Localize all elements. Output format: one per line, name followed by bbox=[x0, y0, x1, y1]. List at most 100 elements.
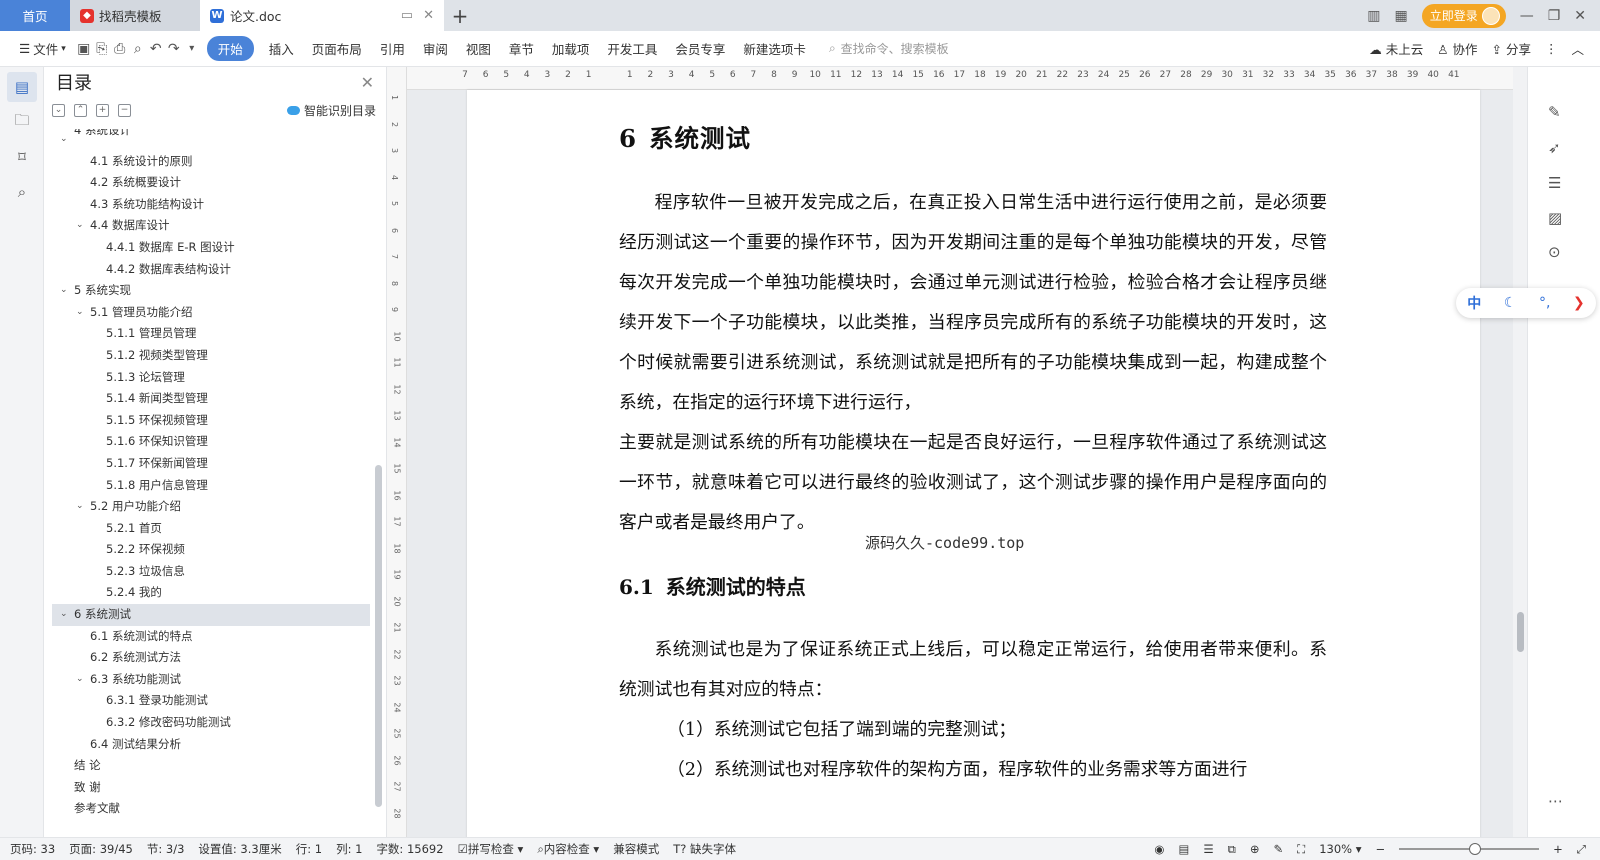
ime-chinese-toggle[interactable]: 中 bbox=[1467, 293, 1481, 313]
more-tools-icon[interactable]: ⋯ bbox=[1548, 792, 1563, 810]
image-tools-icon[interactable]: ▨ bbox=[1548, 209, 1562, 227]
float-window-icon[interactable]: ▭ bbox=[401, 8, 413, 23]
add-heading-icon[interactable]: + bbox=[96, 103, 109, 117]
toc-item[interactable]: 4.3 系统功能结构设计 bbox=[52, 194, 370, 216]
fit-page-icon[interactable]: ⛶ bbox=[1297, 842, 1305, 857]
toc-item[interactable]: ⌄ 4 系统设计 bbox=[52, 129, 370, 151]
menu-tab-start[interactable]: 开始 bbox=[206, 36, 254, 61]
more-options-icon[interactable]: ⋮ bbox=[1545, 41, 1558, 56]
new-tab-button[interactable]: + bbox=[444, 0, 476, 31]
toc-item[interactable]: 4.2 系统概要设计 bbox=[52, 172, 370, 194]
adjust-sliders-icon[interactable]: ☰ bbox=[1548, 174, 1561, 192]
minimize-icon[interactable]: — bbox=[1520, 8, 1534, 24]
toc-item[interactable]: 5.1.1 管理员管理 bbox=[52, 323, 370, 345]
chevron-down-icon[interactable]: ⌄ bbox=[76, 669, 84, 691]
collapse-all-icon[interactable]: ⌃ bbox=[74, 103, 87, 117]
chevron-down-icon[interactable]: ⌄ bbox=[76, 215, 84, 237]
toc-item[interactable]: 5.2.3 垃圾信息 bbox=[52, 561, 370, 583]
menu-tab-review[interactable]: 审阅 bbox=[414, 39, 457, 58]
status-setting[interactable]: 设置值: 3.3厘米 bbox=[198, 841, 281, 857]
menu-tab-new[interactable]: 新建选项卡 bbox=[734, 39, 815, 58]
select-cursor-icon[interactable]: ➶ bbox=[1548, 139, 1561, 157]
zoom-slider-knob[interactable] bbox=[1469, 843, 1482, 855]
spell-check-button[interactable]: ☑拼写检查 ▾ bbox=[458, 841, 524, 857]
tab-daoke-template[interactable]: ◆ 找稻壳模板 bbox=[70, 0, 200, 31]
status-words[interactable]: 字数: 15692 bbox=[376, 841, 443, 857]
remove-heading-icon[interactable]: − bbox=[118, 103, 131, 117]
web-view-icon[interactable]: ⊕ bbox=[1250, 842, 1260, 856]
toc-item[interactable]: ⌄ 5 系统实现 bbox=[52, 280, 370, 302]
cloud-status[interactable]: ☁ 未上云 bbox=[1369, 39, 1423, 58]
status-page-number[interactable]: 页码: 33 bbox=[10, 841, 55, 857]
apps-grid-icon[interactable]: ▦ bbox=[1394, 8, 1407, 24]
close-window-icon[interactable]: ✕ bbox=[1574, 8, 1586, 24]
chevron-down-icon[interactable]: ⌄ bbox=[76, 302, 84, 324]
toc-item[interactable]: ⌄ 5.1 管理员功能介绍 bbox=[52, 302, 370, 324]
status-section[interactable]: 节: 3/3 bbox=[147, 841, 185, 857]
menu-tab-chapter[interactable]: 章节 bbox=[500, 39, 543, 58]
menu-tab-view[interactable]: 视图 bbox=[457, 39, 500, 58]
location-icon[interactable]: ⊙ bbox=[1548, 243, 1561, 261]
edit-pen-icon[interactable]: ✎ bbox=[1548, 103, 1561, 121]
expand-all-icon[interactable]: ⌄ bbox=[52, 103, 65, 117]
toc-item[interactable]: 结 论 bbox=[52, 755, 370, 777]
restore-icon[interactable]: ❐ bbox=[1548, 8, 1561, 24]
write-mode-icon[interactable]: ✎ bbox=[1273, 842, 1283, 856]
menu-tab-reference[interactable]: 引用 bbox=[371, 39, 414, 58]
chevron-down-icon[interactable]: ⌄ bbox=[60, 280, 68, 302]
page-view-icon[interactable]: ▤ bbox=[1178, 842, 1189, 856]
chevron-down-icon[interactable]: ⌄ bbox=[60, 604, 68, 626]
horizontal-ruler[interactable]: 7 6 5 4 3 2 1 1 2 3 4 5 6 7 8 9 10 11 12 13 14 15 16 17 18 19 20 21… bbox=[407, 67, 1513, 90]
print-preview-icon[interactable]: ⌕ bbox=[129, 41, 147, 57]
chapter-nav-icon[interactable]: 🗀 bbox=[7, 107, 37, 137]
toc-item[interactable]: 5.1.5 环保视频管理 bbox=[52, 410, 370, 432]
menu-tab-addins[interactable]: 加载项 bbox=[543, 39, 599, 58]
toc-item[interactable]: 5.1.7 环保新闻管理 bbox=[52, 453, 370, 475]
menu-tab-developer[interactable]: 开发工具 bbox=[598, 39, 666, 58]
status-page[interactable]: 页面: 39/45 bbox=[69, 841, 133, 857]
eye-protect-icon[interactable]: ◉ bbox=[1154, 842, 1164, 856]
export-pdf-icon[interactable]: ⎘ bbox=[93, 41, 111, 57]
fullscreen-icon[interactable]: ⤢ bbox=[1577, 842, 1586, 857]
tab-document[interactable]: W 论文.doc ▭ ✕ bbox=[200, 0, 444, 31]
punctuation-icon[interactable]: °, bbox=[1539, 295, 1550, 311]
toc-scrollbar[interactable] bbox=[375, 465, 382, 807]
read-view-icon[interactable]: ⧉ bbox=[1228, 842, 1236, 857]
toc-item[interactable]: 5.2.2 环保视频 bbox=[52, 539, 370, 561]
smart-toc-button[interactable]: 智能识别目录 bbox=[286, 102, 376, 119]
collapse-ribbon-icon[interactable]: ︿ bbox=[1571, 39, 1584, 58]
undo-icon[interactable]: ↶ bbox=[147, 41, 165, 57]
toc-item[interactable]: 参考文献 bbox=[52, 798, 370, 820]
reading-layout-icon[interactable]: ▥ bbox=[1367, 8, 1380, 24]
zoom-out-icon[interactable]: − bbox=[1376, 842, 1386, 856]
toc-item[interactable]: 5.2.4 我的 bbox=[52, 582, 370, 604]
print-icon[interactable]: ⎙ bbox=[111, 41, 129, 57]
toc-item[interactable]: 4.1 系统设计的原则 bbox=[52, 151, 370, 173]
close-tab-icon[interactable]: ✕ bbox=[423, 8, 434, 23]
menu-tab-layout[interactable]: 页面布局 bbox=[303, 39, 371, 58]
outline-view-icon[interactable]: ☰ bbox=[1203, 842, 1213, 856]
toc-item[interactable]: 4.4.1 数据库 E-R 图设计 bbox=[52, 237, 370, 259]
find-icon[interactable]: ⌕ bbox=[7, 177, 37, 207]
toc-item[interactable]: 致 谢 bbox=[52, 777, 370, 799]
toc-item[interactable]: 5.1.8 用户信息管理 bbox=[52, 475, 370, 497]
zoom-slider[interactable] bbox=[1399, 843, 1540, 855]
document-page[interactable]: 6 系统测试 程序软件一旦被开发完成之后，在真正投入日常生活中进行运行使用之前，是… bbox=[467, 90, 1480, 837]
command-search[interactable]: ⌕ 查找命令、搜索模板 bbox=[829, 40, 949, 57]
more-quick-icon[interactable]: ▾ bbox=[183, 43, 201, 54]
redo-icon[interactable]: ↷ bbox=[165, 41, 183, 57]
save-icon[interactable]: ▣ bbox=[75, 41, 93, 57]
tab-home[interactable]: 首页 bbox=[0, 0, 70, 31]
chevron-down-icon[interactable]: ⌄ bbox=[60, 129, 68, 151]
file-menu[interactable]: ☰ 文件 ▾ bbox=[10, 39, 75, 58]
toc-item[interactable]: 6.3.2 修改密码功能测试 bbox=[52, 712, 370, 734]
toc-item[interactable]: 5.2.1 首页 bbox=[52, 518, 370, 540]
toc-item[interactable]: ⌄ 4.4 数据库设计 bbox=[52, 215, 370, 237]
toc-item[interactable]: ⌄ 5.2 用户功能介绍 bbox=[52, 496, 370, 518]
zoom-level[interactable]: 130% ▾ bbox=[1319, 842, 1361, 856]
moon-icon[interactable]: ☾ bbox=[1504, 295, 1517, 311]
vertical-ruler[interactable]: 1 2 3 4 5 6 7 8 9 10 11 12 13 14 15 16 17 18 19 20 21 22 23 24 2… bbox=[387, 67, 407, 837]
toc-item[interactable]: 6.1 系统测试的特点 bbox=[52, 626, 370, 648]
toc-item[interactable]: 5.1.3 论坛管理 bbox=[52, 367, 370, 389]
toc-item[interactable]: 6.3.1 登录功能测试 bbox=[52, 690, 370, 712]
